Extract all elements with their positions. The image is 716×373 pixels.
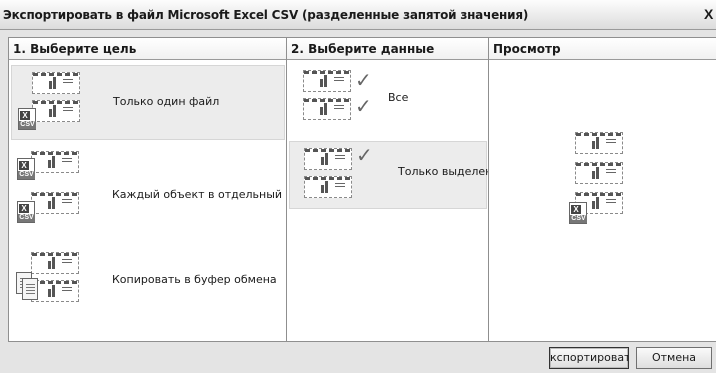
target-column-header: 1. Выберите цель [9, 38, 286, 60]
wizard-panels: 1. Выберите цель X CSV Только один файл … [8, 37, 716, 342]
close-icon[interactable]: X [704, 6, 716, 22]
target-option-label: Каждый объект в отдельный ф [112, 188, 287, 201]
target-option-clipboard[interactable]: Копировать в буфер обмена [11, 246, 285, 316]
target-option-label: Только один файл [113, 95, 220, 108]
data-column: 2. Выберите данные ✓ ✓ Все ✓ Только выде… [287, 38, 489, 341]
data-option-label: Только выделенн [398, 165, 488, 178]
data-option-all[interactable]: ✓ ✓ Все [289, 65, 487, 130]
target-option-each-object[interactable]: X CSV X CSV Каждый объект в отдельный ф [11, 146, 287, 241]
preview-column: Просмотр X CSV [489, 38, 716, 341]
data-option-selected-only[interactable]: ✓ Только выделенн [289, 141, 488, 209]
export-dialog: Экспортировать в файл Microsoft Excel CS… [0, 0, 716, 373]
target-option-label: Копировать в буфер обмена [112, 273, 277, 286]
target-column: 1. Выберите цель X CSV Только один файл … [9, 38, 287, 341]
data-column-header: 2. Выберите данные [287, 38, 488, 60]
cancel-button[interactable]: Отмена [636, 347, 712, 369]
title-bar[interactable]: Экспортировать в файл Microsoft Excel CS… [0, 0, 716, 30]
window-title: Экспортировать в файл Microsoft Excel CS… [3, 8, 529, 22]
dialog-footer: кспортироват Отмена [0, 342, 716, 373]
preview-column-header: Просмотр [489, 38, 716, 60]
target-option-single-file[interactable]: X CSV Только один файл [11, 65, 285, 140]
export-button[interactable]: кспортироват [549, 347, 629, 369]
data-option-label: Все [388, 91, 409, 104]
